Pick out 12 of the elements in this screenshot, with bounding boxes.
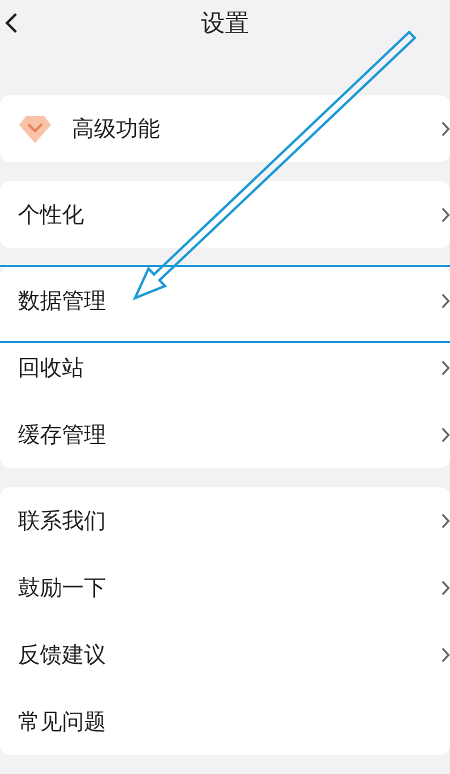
back-icon[interactable] <box>4 12 18 34</box>
menu-item[interactable]: 回收站 <box>18 352 441 382</box>
menu-item[interactable]: 鼓励一下 <box>18 572 441 602</box>
menu-item[interactable]: 数据管理 <box>18 286 441 316</box>
diamond-icon <box>18 114 52 144</box>
menu-item[interactable]: 反馈建议 <box>18 640 441 670</box>
menu-item[interactable]: 缓存管理 <box>18 420 441 450</box>
menu-item[interactable]: 常见问题 <box>18 706 450 736</box>
menu-item[interactable]: 个性化 <box>18 200 441 230</box>
page-title: 设置 <box>201 8 249 39</box>
menu-item[interactable]: 联系我们 <box>18 506 441 536</box>
menu-item[interactable]: 高级功能 <box>72 114 441 144</box>
